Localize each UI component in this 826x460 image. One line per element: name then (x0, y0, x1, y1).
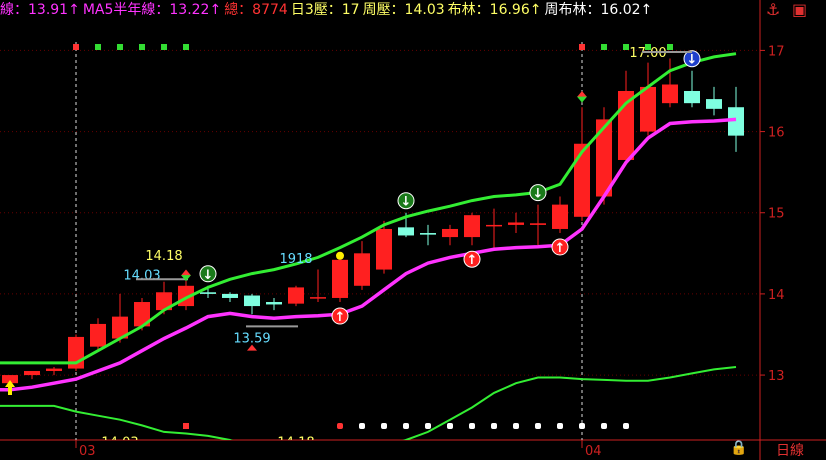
bottom-marker-dot (403, 423, 409, 429)
bottom-marker-dot (469, 423, 475, 429)
top-marker-dot (183, 44, 189, 50)
top-marker-dot (579, 44, 585, 50)
bottom-marker-dot (535, 423, 541, 429)
top-marker-dot (73, 44, 79, 50)
x-tick-label: 03 (79, 444, 96, 459)
candle-down (684, 90, 700, 104)
top-marker-dot (139, 44, 145, 50)
buy-arrow-glyph: ↑ (467, 253, 478, 268)
sell-arrow-glyph: ↓ (401, 195, 412, 210)
candle-up (486, 224, 502, 227)
price-chart: 13 14 15 16 17 03 04 ↑ ↑ ↑ ↓ ↓ ↓ ↓ 14.18 14.03 13.59 1918… (0, 0, 826, 460)
top-marker-dot (667, 44, 673, 50)
support-triangle (577, 96, 587, 103)
bottom-marker-dot (491, 423, 497, 429)
resistance-triangle (181, 269, 191, 276)
candle-up (24, 371, 40, 376)
candle-down (244, 295, 260, 307)
bottom-marker-dot (337, 423, 343, 429)
candle-down (266, 302, 282, 305)
top-marker-dot (95, 44, 101, 50)
candle-up (310, 297, 326, 299)
bottom-marker-dot (513, 423, 519, 429)
x-tick-label: 04 (585, 444, 602, 459)
period-label[interactable]: 日線 (776, 440, 804, 460)
candle-up (90, 323, 106, 347)
candle-up (640, 86, 656, 132)
bottom-marker-dot (381, 423, 387, 429)
y-tick-label: 14 (768, 288, 785, 303)
annotation-label: 14.03 (101, 435, 138, 450)
bottom-marker-dot (447, 423, 453, 429)
candle-up (552, 204, 568, 229)
candle-down (398, 227, 414, 236)
bottom-marker-dot (601, 423, 607, 429)
candle-up (332, 259, 348, 298)
annotation-label: 1918 (279, 252, 312, 267)
bottom-marker-dot (183, 423, 189, 429)
sell-arrow-glyph: ↓ (203, 268, 214, 283)
candle-up (574, 143, 590, 217)
lock-icon[interactable]: 🔒 (730, 440, 747, 456)
y-tick-label: 17 (768, 44, 785, 59)
candle-down (222, 293, 238, 298)
candle-down (706, 99, 722, 109)
candle-down (420, 233, 436, 235)
buy-arrow-glyph: ↑ (555, 241, 566, 256)
annotation-label: 14.18 (277, 435, 314, 450)
resistance-triangle (577, 90, 587, 97)
candle-up (288, 287, 304, 304)
lower-band-line (0, 366, 737, 440)
candle-up (376, 228, 392, 270)
annotation-label: 13.59 (233, 332, 270, 347)
top-marker-dot (623, 44, 629, 50)
candle-up (354, 253, 370, 286)
top-marker-dot (601, 44, 607, 50)
candle-up (662, 84, 678, 104)
bottom-marker-dot (579, 423, 585, 429)
candle-up (530, 223, 546, 225)
top-marker-dot (161, 44, 167, 50)
top-marker-dot (117, 44, 123, 50)
annotation-label: 14.03 (123, 268, 160, 283)
bottom-marker-dot (623, 423, 629, 429)
buy-arrow-glyph: ↑ (335, 310, 346, 325)
candle-up (442, 228, 458, 238)
sell-arrow-glyph: ↓ (687, 53, 698, 68)
y-tick-label: 13 (768, 369, 785, 384)
annotation-label: 17.00 (629, 46, 666, 61)
bottom-marker-dot (557, 423, 563, 429)
y-tick-label: 15 (768, 207, 785, 222)
plot-layer: ↑ ↑ ↑ ↓ ↓ ↓ ↓ 14.18 14.03 13.59 1918 17.00 14.03 14.1… (0, 44, 744, 450)
candle-up (508, 222, 524, 225)
sell-arrow-glyph: ↓ (533, 187, 544, 202)
y-tick-label: 16 (768, 126, 785, 141)
marker-dot (336, 251, 344, 260)
candle-up (46, 368, 62, 372)
bottom-marker-dot (359, 423, 365, 429)
candle-down (200, 292, 216, 294)
candle-up (464, 215, 480, 238)
bottom-marker-dot (425, 423, 431, 429)
annotation-label: 14.18 (145, 249, 182, 264)
